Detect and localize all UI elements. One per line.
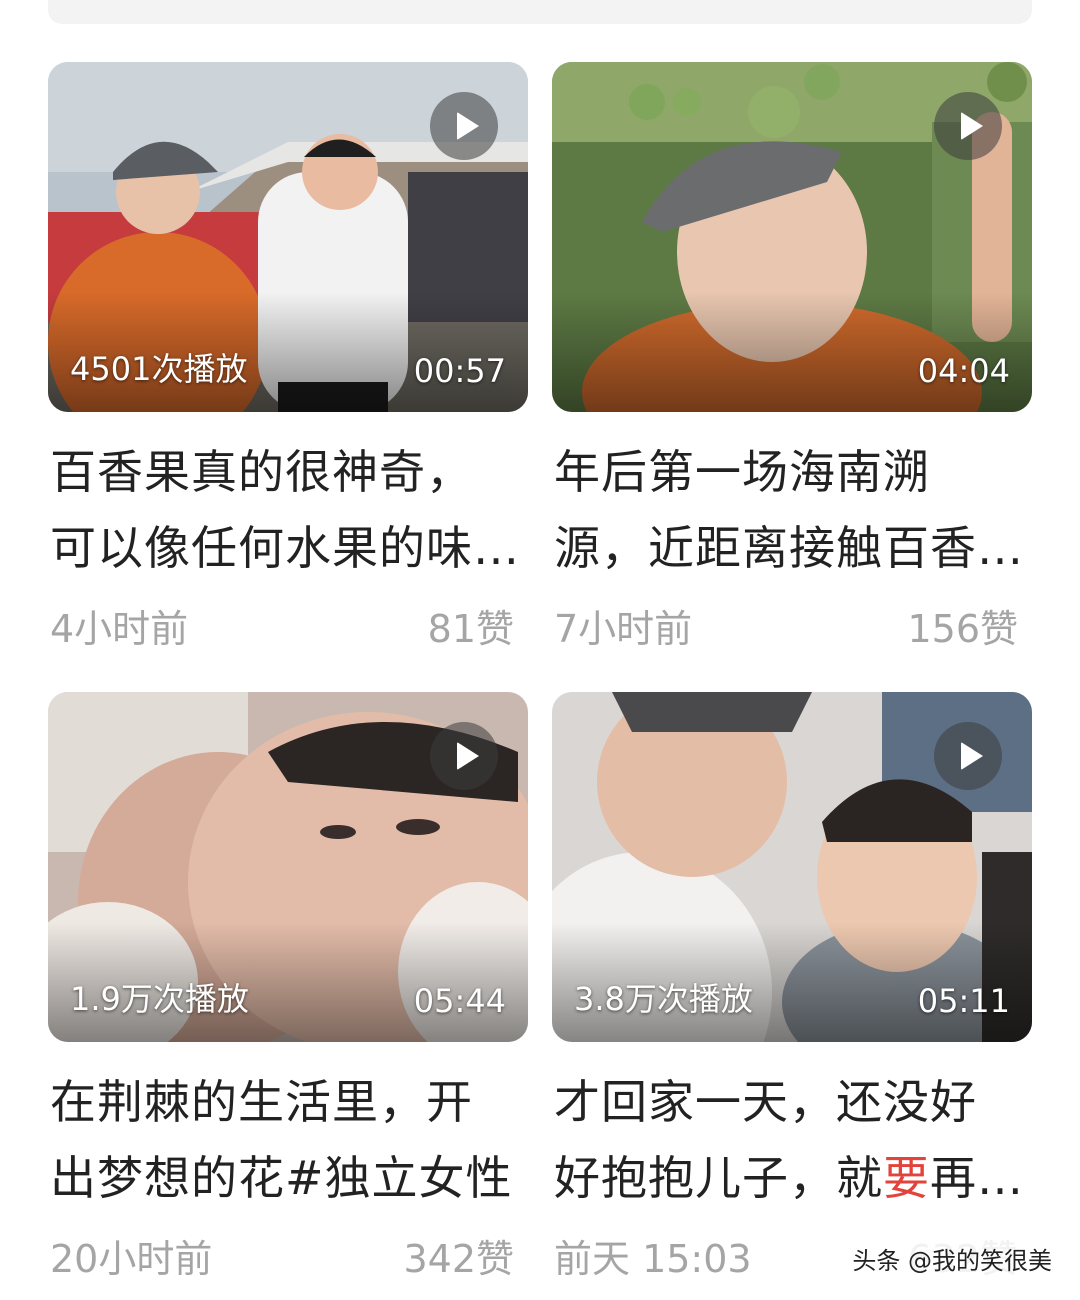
video-title-line: 年后第一场海南溯 — [554, 445, 930, 499]
like-count: 156赞 — [907, 607, 1018, 651]
title-text: 好抱抱儿子，就 — [554, 1151, 883, 1205]
video-title-line: 出梦想的花#独立女性 — [50, 1151, 513, 1205]
video-title[interactable]: 才回家一天，还没好 好抱抱儿子，就要再… — [552, 1064, 1032, 1216]
video-title[interactable]: 年后第一场海南溯 源，近距离接触百香… — [552, 434, 1032, 586]
video-thumbnail[interactable]: 1.9万次播放 05:44 — [48, 692, 528, 1042]
publish-time: 7小时前 — [554, 607, 693, 651]
play-count: 3.8万次播放 — [574, 980, 753, 1018]
video-title-line: 源，近距离接触百香… — [554, 521, 1024, 575]
video-thumbnail[interactable]: 3.8万次播放 05:11 — [552, 692, 1032, 1042]
video-duration: 05:44 — [413, 982, 506, 1020]
play-icon[interactable] — [934, 92, 1002, 160]
publish-time: 20小时前 — [50, 1237, 213, 1281]
like-count: 342赞 — [403, 1237, 514, 1281]
video-duration: 04:04 — [917, 352, 1010, 390]
video-title-line: 在荆棘的生活里，开 — [50, 1075, 473, 1129]
play-count: 4501次播放 — [70, 350, 248, 388]
play-icon[interactable] — [934, 722, 1002, 790]
video-title[interactable]: 在荆棘的生活里，开 出梦想的花#独立女性 — [48, 1064, 528, 1216]
video-title-line: 可以像任何水果的味… — [50, 521, 520, 575]
title-text: 再… — [930, 1151, 1024, 1205]
play-icon[interactable] — [430, 722, 498, 790]
video-duration: 05:11 — [917, 982, 1010, 1020]
video-title-line: 百香果真的很神奇， — [50, 445, 473, 499]
video-card-1[interactable]: 4501次播放 00:57 百香果真的很神奇， 可以像任何水果的味… 4小时前 … — [48, 62, 528, 652]
video-meta: 7小时前 156赞 — [552, 592, 1032, 652]
video-duration: 00:57 — [413, 352, 506, 390]
video-meta: 4小时前 81赞 — [48, 592, 528, 652]
video-card-3[interactable]: 1.9万次播放 05:44 在荆棘的生活里，开 出梦想的花#独立女性 20小时前… — [48, 692, 528, 1282]
video-title-line: 好抱抱儿子，就要再… — [554, 1140, 1030, 1216]
video-title[interactable]: 百香果真的很神奇， 可以像任何水果的味… — [48, 434, 528, 586]
title-highlight: 要 — [883, 1151, 930, 1205]
source-watermark: 头条 @我的笑很美 — [846, 1239, 1058, 1278]
video-title-line: 才回家一天，还没好 — [554, 1075, 977, 1129]
publish-time: 4小时前 — [50, 607, 189, 651]
video-card-2[interactable]: 04:04 年后第一场海南溯 源，近距离接触百香… 7小时前 156赞 — [552, 62, 1032, 652]
play-count: 1.9万次播放 — [70, 980, 249, 1018]
video-thumbnail[interactable]: 4501次播放 00:57 — [48, 62, 528, 412]
video-card-4[interactable]: 3.8万次播放 05:11 才回家一天，还没好 好抱抱儿子，就要再… 前天 15… — [552, 692, 1032, 1282]
play-icon[interactable] — [430, 92, 498, 160]
video-thumbnail[interactable]: 04:04 — [552, 62, 1032, 412]
top-card-edge — [48, 0, 1032, 24]
video-meta: 20小时前 342赞 — [48, 1222, 528, 1282]
like-count: 81赞 — [427, 607, 514, 651]
publish-time: 前天 15:03 — [554, 1237, 752, 1281]
